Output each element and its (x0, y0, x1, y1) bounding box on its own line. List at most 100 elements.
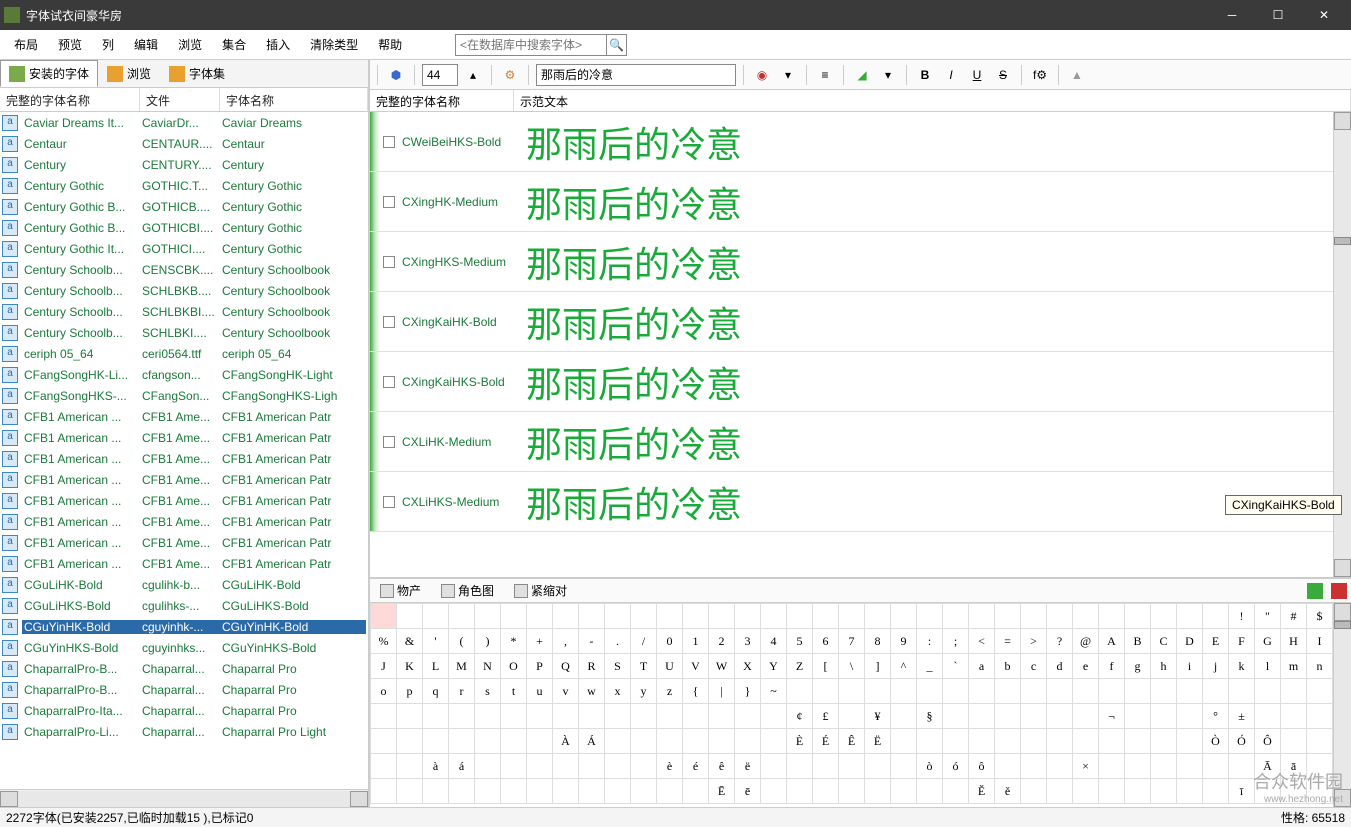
char-cell[interactable]: 7 (839, 629, 865, 654)
char-cell[interactable] (1177, 779, 1203, 804)
minimize-button[interactable]: ─ (1209, 0, 1255, 30)
char-cell[interactable]: * (501, 629, 527, 654)
char-cell[interactable] (917, 679, 943, 704)
row-checkbox[interactable] (383, 136, 395, 148)
char-cell[interactable] (839, 754, 865, 779)
char-cell[interactable] (527, 779, 553, 804)
char-cell[interactable] (839, 779, 865, 804)
char-cell[interactable] (943, 704, 969, 729)
char-cell[interactable]: 3 (735, 629, 761, 654)
char-cell[interactable] (1203, 604, 1229, 629)
char-cell[interactable] (1125, 679, 1151, 704)
char-cell[interactable] (813, 754, 839, 779)
char-cell[interactable] (1047, 779, 1073, 804)
char-cell[interactable] (527, 729, 553, 754)
char-cell[interactable]: + (527, 629, 553, 654)
char-cell[interactable]: = (995, 629, 1021, 654)
char-cell[interactable]: 8 (865, 629, 891, 654)
char-cell[interactable]: , (553, 629, 579, 654)
font-row[interactable]: CenturyCENTURY....Century (0, 154, 368, 175)
char-cell[interactable] (787, 779, 813, 804)
char-cell[interactable] (943, 779, 969, 804)
char-cell[interactable]: ° (1203, 704, 1229, 729)
char-cell[interactable]: ¢ (787, 704, 813, 729)
char-cell[interactable]: ± (1229, 704, 1255, 729)
preview-row[interactable]: CXLiHK-Medium那雨后的冷意 (370, 412, 1333, 472)
char-cell[interactable]: w (579, 679, 605, 704)
font-row[interactable]: ChaparralPro-Ita...Chaparral...Chaparral… (0, 700, 368, 721)
char-cell[interactable] (761, 779, 787, 804)
char-cell[interactable] (501, 754, 527, 779)
char-cell[interactable] (397, 729, 423, 754)
char-cell[interactable]: Ē (709, 779, 735, 804)
char-cell[interactable]: X (735, 654, 761, 679)
char-cell[interactable] (839, 604, 865, 629)
char-cell[interactable]: { (683, 679, 709, 704)
char-cell[interactable]: à (423, 754, 449, 779)
char-cell[interactable] (553, 604, 579, 629)
char-cell[interactable] (865, 754, 891, 779)
char-cell[interactable] (1073, 779, 1099, 804)
status-close-icon[interactable] (1331, 583, 1347, 599)
char-cell[interactable]: y (631, 679, 657, 704)
char-cell[interactable]: L (423, 654, 449, 679)
char-cell[interactable]: Ô (1255, 729, 1281, 754)
char-cell[interactable] (449, 779, 475, 804)
char-cell[interactable] (709, 704, 735, 729)
row-checkbox[interactable] (383, 256, 395, 268)
char-cell[interactable]: / (631, 629, 657, 654)
align-button[interactable]: ≡ (814, 64, 836, 86)
char-cell[interactable] (449, 604, 475, 629)
char-cell[interactable] (683, 729, 709, 754)
char-cell[interactable]: V (683, 654, 709, 679)
char-cell[interactable] (553, 779, 579, 804)
char-cell[interactable]: M (449, 654, 475, 679)
char-cell[interactable] (761, 604, 787, 629)
char-cell[interactable]: v (553, 679, 579, 704)
char-cell[interactable]: ^ (891, 654, 917, 679)
header-font-name[interactable]: 字体名称 (220, 88, 368, 111)
char-cell[interactable] (371, 704, 397, 729)
char-cell[interactable] (1125, 779, 1151, 804)
char-cell[interactable] (891, 604, 917, 629)
color-button[interactable]: ◉ (751, 64, 773, 86)
char-cell[interactable] (943, 679, 969, 704)
bold-button[interactable]: B (914, 64, 936, 86)
font-row[interactable]: CFB1 American ...CFB1 Ame...CFB1 America… (0, 553, 368, 574)
char-cell[interactable] (423, 704, 449, 729)
font-row[interactable]: Century Schoolb...SCHLBKBI....Century Sc… (0, 301, 368, 322)
char-cell[interactable] (657, 779, 683, 804)
char-cell[interactable]: B (1125, 629, 1151, 654)
preview-row[interactable]: CXingKaiHKS-Bold那雨后的冷意 (370, 352, 1333, 412)
row-checkbox[interactable] (383, 496, 395, 508)
char-cell[interactable] (1125, 754, 1151, 779)
char-cell[interactable]: ' (423, 629, 449, 654)
char-cell[interactable] (1021, 754, 1047, 779)
dropdown-icon[interactable]: ▾ (777, 64, 799, 86)
char-cell[interactable]: × (1073, 754, 1099, 779)
font-row[interactable]: ChaparralPro-Li...Chaparral...Chaparral … (0, 721, 368, 742)
close-button[interactable]: ✕ (1301, 0, 1347, 30)
char-cell[interactable] (475, 754, 501, 779)
text-settings-button[interactable]: f⚙ (1029, 64, 1051, 86)
font-row[interactable]: Century Schoolb...SCHLBKB....Century Sch… (0, 280, 368, 301)
char-cell[interactable]: c (1021, 654, 1047, 679)
font-size-input[interactable] (422, 64, 458, 86)
char-cell[interactable]: a (969, 654, 995, 679)
char-cell[interactable]: f (1099, 654, 1125, 679)
char-cell[interactable] (475, 604, 501, 629)
char-cell[interactable] (709, 729, 735, 754)
h-scrollbar[interactable] (0, 789, 368, 807)
char-cell[interactable]: < (969, 629, 995, 654)
char-cell[interactable]: W (709, 654, 735, 679)
char-cell[interactable]: ) (475, 629, 501, 654)
char-cell[interactable]: H (1281, 629, 1307, 654)
char-cell[interactable] (813, 604, 839, 629)
scroll-left-button[interactable] (0, 791, 18, 807)
char-cell[interactable] (527, 754, 553, 779)
char-cell[interactable]: b (995, 654, 1021, 679)
char-cell[interactable]: S (605, 654, 631, 679)
row-checkbox[interactable] (383, 436, 395, 448)
char-cell[interactable]: h (1151, 654, 1177, 679)
underline-button[interactable]: U (966, 64, 988, 86)
